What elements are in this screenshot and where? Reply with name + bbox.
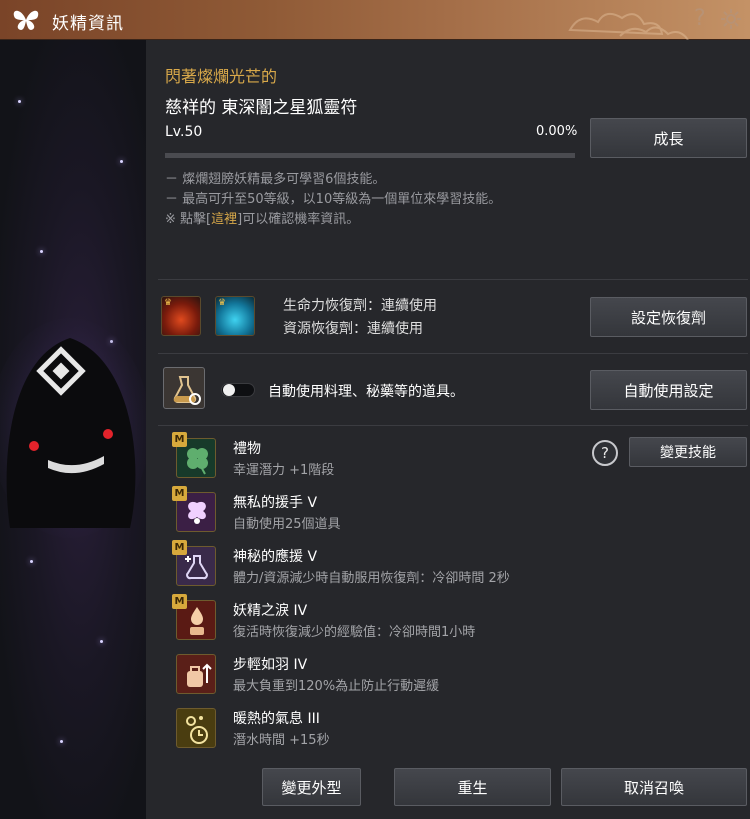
sparkle — [60, 740, 63, 743]
settings-gear-icon[interactable] — [720, 8, 742, 30]
exp-percent: 0.00% — [536, 124, 578, 139]
note-line: ※ 點擊[這裡]可以確認機率資訊。 — [165, 210, 501, 230]
bubble-timer-icon — [176, 708, 216, 748]
rebirth-button[interactable]: 重生 — [394, 768, 551, 806]
change-appearance-button[interactable]: 變更外型 — [262, 768, 361, 806]
sparkle — [120, 160, 123, 163]
weight-bag-icon — [176, 654, 216, 694]
master-badge: M — [172, 432, 187, 447]
auto-use-label: 自動使用料理、秘藥等的道具。 — [268, 384, 464, 400]
auto-use-settings-button[interactable]: 自動使用設定 — [590, 370, 747, 410]
help-icon[interactable]: ? — [694, 6, 706, 31]
pet-name-prefix: 閃著燦爛光芒的 — [165, 67, 278, 86]
skill-name: 步輕如羽 IV — [233, 657, 308, 673]
sparkle — [40, 250, 43, 253]
title-bar: 妖精資訊 ? — [0, 0, 750, 40]
master-badge: M — [172, 594, 187, 609]
note-text: ※ 點擊[ — [165, 212, 212, 227]
pet-level: Lv.50 — [165, 124, 203, 140]
pet-character-image — [0, 318, 146, 538]
mp-potion-setting: 資源恢復劑：連續使用 — [283, 321, 423, 337]
skill-desc: 復活時恢復減少的經驗值：冷卻時間1小時 — [233, 625, 476, 640]
grow-button[interactable]: 成長 — [590, 118, 747, 158]
skill-row: 步輕如羽 IV 最大負重到120%為止防止行動遲緩 — [172, 648, 732, 698]
skill-row: M 禮物 幸運潛力 +1階段 — [172, 432, 732, 482]
skill-desc: 幸運潛力 +1階段 — [233, 463, 335, 478]
flask-gear-icon — [173, 376, 201, 405]
skill-row: M 無私的援手 V 自動使用25個道具 — [172, 486, 732, 536]
skill-name: 無私的援手 V — [233, 495, 318, 511]
window-title: 妖精資訊 — [52, 14, 124, 34]
crown-icon: ♛ — [164, 298, 173, 308]
divider — [158, 353, 748, 354]
toggle-knob — [223, 384, 235, 396]
skill-name: 妖精之淚 IV — [233, 603, 308, 619]
skill-desc: 體力/資源減少時自動服用恢復劑：冷卻時間 2秒 — [233, 571, 510, 586]
note-line: － 最高可升至50等級，以10等級為一個單位來學習技能。 — [165, 192, 502, 207]
pet-name: 慈祥的 東深闇之星狐靈符 — [165, 98, 358, 118]
info-notes: － 燦爛翅膀妖精最多可學習6個技能。 － 最高可升至50等級，以10等級為一個單… — [165, 170, 501, 230]
master-badge: M — [172, 486, 187, 501]
probability-info-link[interactable]: 這裡 — [211, 212, 237, 227]
auto-use-toggle[interactable] — [221, 383, 255, 397]
note-text: ]可以確認機率資訊。 — [237, 212, 360, 227]
exp-bar — [165, 153, 575, 158]
skill-row: M 妖精之淚 IV 復活時恢復減少的經驗值：冷卻時間1小時 — [172, 594, 732, 644]
butterfly-icon — [13, 10, 39, 30]
skill-row: M 神秘的應援 V 體力/資源減少時自動服用恢復劑：冷卻時間 2秒 — [172, 540, 732, 590]
sparkle — [18, 100, 21, 103]
sparkle — [30, 560, 33, 563]
skill-name: 神秘的應援 V — [233, 549, 318, 565]
hp-potion-setting: 生命力恢復劑：連續使用 — [283, 298, 437, 314]
divider — [158, 279, 748, 280]
master-badge: M — [172, 540, 187, 555]
cloud-decoration — [568, 12, 689, 40]
mp-potion-icon[interactable]: ♛ — [215, 296, 255, 336]
set-potion-button[interactable]: 設定恢復劑 — [590, 297, 747, 337]
note-line: － 燦爛翅膀妖精最多可學習6個技能。 — [165, 172, 386, 187]
skill-desc: 自動使用25個道具 — [233, 517, 341, 532]
auto-use-potion-icon — [163, 367, 205, 409]
pet-preview-panel — [0, 40, 146, 819]
skill-desc: 潛水時間 +15秒 — [233, 733, 330, 748]
skill-name: 禮物 — [233, 441, 261, 457]
skill-row: 暖熱的氣息 III 潛水時間 +15秒 — [172, 702, 732, 752]
skill-name: 暖熱的氣息 III — [233, 711, 320, 727]
divider — [158, 425, 748, 426]
sparkle — [100, 640, 103, 643]
unsummon-button[interactable]: 取消召喚 — [561, 768, 747, 806]
skill-desc: 最大負重到120%為止防止行動遲緩 — [233, 679, 440, 694]
hp-potion-icon[interactable]: ♛ — [161, 296, 201, 336]
crown-icon: ♛ — [218, 298, 227, 308]
